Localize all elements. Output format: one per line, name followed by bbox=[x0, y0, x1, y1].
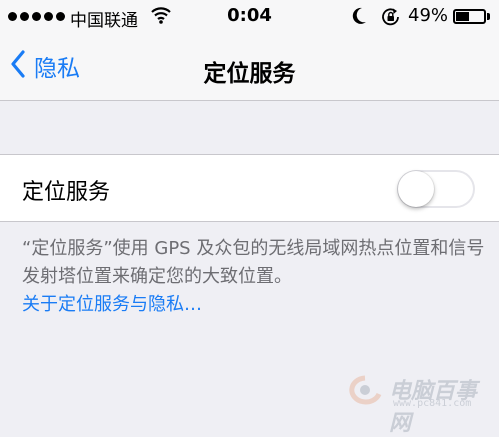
rotation-lock-icon bbox=[380, 7, 402, 32]
moon-icon bbox=[352, 6, 368, 31]
watermark: 电脑百事网 www.pc841.com bbox=[345, 368, 495, 436]
footer-note: “定位服务”使用 GPS 及众包的无线局域网热点位置和信号发射塔位置来确定您的大… bbox=[22, 235, 492, 319]
location-services-toggle[interactable] bbox=[397, 170, 475, 208]
battery-percent: 49% bbox=[408, 5, 449, 26]
status-bar: 中国联通 0:04 49% bbox=[0, 0, 499, 34]
navigation-bar: 隐私 定位服务 bbox=[0, 34, 499, 101]
about-privacy-link[interactable]: 关于定位服务与隐私… bbox=[22, 291, 492, 319]
page-title: 定位服务 bbox=[203, 61, 296, 87]
battery-icon bbox=[453, 9, 486, 24]
watermark-logo-icon bbox=[345, 374, 385, 410]
location-services-label: 定位服务 bbox=[22, 180, 111, 205]
location-services-cell: 定位服务 bbox=[0, 154, 499, 222]
battery-tip bbox=[487, 13, 490, 20]
watermark-url: www.pc841.com bbox=[393, 398, 472, 409]
footer-description: “定位服务”使用 GPS 及众包的无线局域网热点位置和信号发射塔位置来确定您的大… bbox=[22, 238, 485, 287]
toggle-knob bbox=[398, 171, 434, 207]
